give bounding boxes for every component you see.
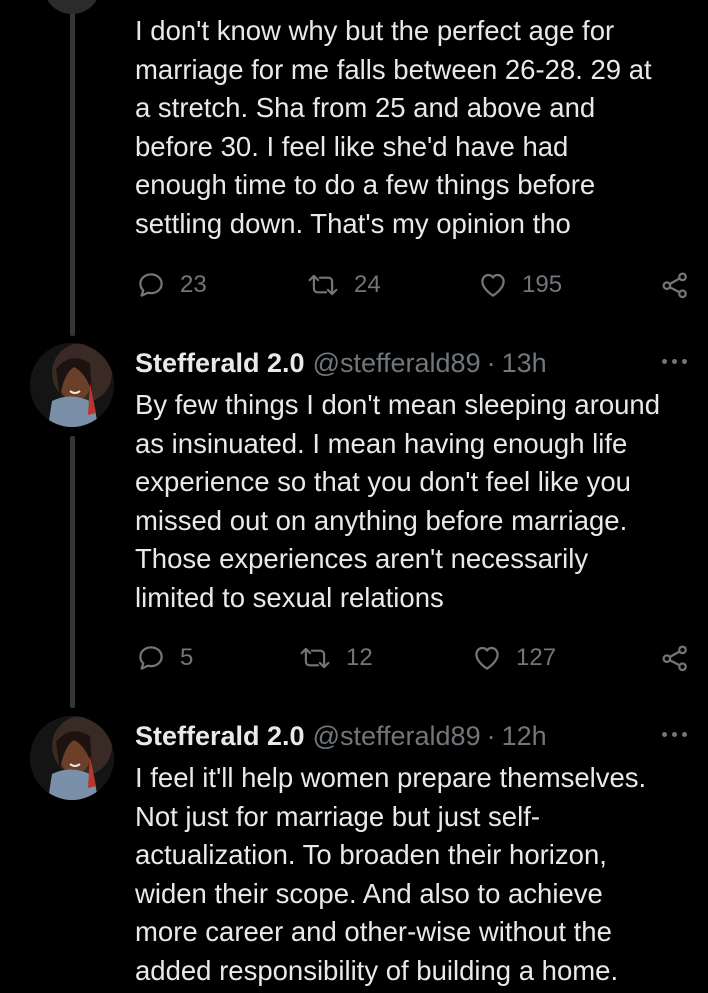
reply-icon (139, 646, 163, 670)
tweet-header: Stefferald 2.0 @stefferald89 · 13h (135, 343, 547, 383)
tweet-actions: 23 24 195 (0, 265, 708, 305)
tweet-text: I don't know why but the perfect age for… (135, 15, 652, 239)
retweet-icon (300, 647, 330, 669)
reply-button[interactable]: 23 (136, 265, 207, 305)
tweet-actions: 5 12 127 (0, 638, 708, 678)
heart-icon (481, 273, 505, 297)
timestamp[interactable]: 12h (502, 721, 547, 752)
reply-count: 5 (180, 644, 194, 671)
like-count: 195 (522, 271, 563, 298)
retweet-count: 12 (346, 644, 373, 671)
retweet-button[interactable]: 12 (298, 638, 373, 678)
avatar-image (30, 716, 114, 800)
share-button[interactable] (660, 638, 690, 678)
separator-dot: · (486, 720, 496, 751)
share-icon (662, 645, 687, 672)
like-button[interactable]: 195 (478, 265, 562, 305)
avatar[interactable] (30, 716, 114, 800)
display-name[interactable]: Stefferald 2.0 (135, 721, 305, 752)
tweet-text: By few things I don't mean sleeping arou… (135, 389, 661, 613)
avatar[interactable] (30, 343, 114, 427)
retweet-count: 24 (354, 271, 381, 298)
like-count: 127 (516, 644, 557, 671)
more-options-button[interactable] (662, 730, 690, 740)
retweet-icon (308, 274, 338, 296)
timestamp[interactable]: 13h (502, 348, 547, 379)
user-handle[interactable]: @stefferald89 (313, 348, 481, 379)
user-handle[interactable]: @stefferald89 (313, 721, 481, 752)
like-button[interactable]: 127 (472, 638, 556, 678)
share-button[interactable] (660, 265, 690, 305)
reply-button[interactable]: 5 (136, 638, 193, 678)
more-options-button[interactable] (662, 357, 690, 367)
tweet-header: Stefferald 2.0 @stefferald89 · 12h (135, 716, 547, 756)
reply-icon (139, 273, 163, 297)
heart-icon (475, 646, 499, 670)
avatar-image (30, 343, 114, 427)
retweet-button[interactable]: 24 (306, 265, 381, 305)
tweet-text: I feel it'll help women prepare themselv… (135, 762, 647, 986)
share-icon (662, 272, 687, 299)
avatar[interactable] (43, 0, 101, 14)
reply-count: 23 (180, 271, 207, 298)
separator-dot: · (486, 347, 496, 378)
display-name[interactable]: Stefferald 2.0 (135, 348, 305, 379)
